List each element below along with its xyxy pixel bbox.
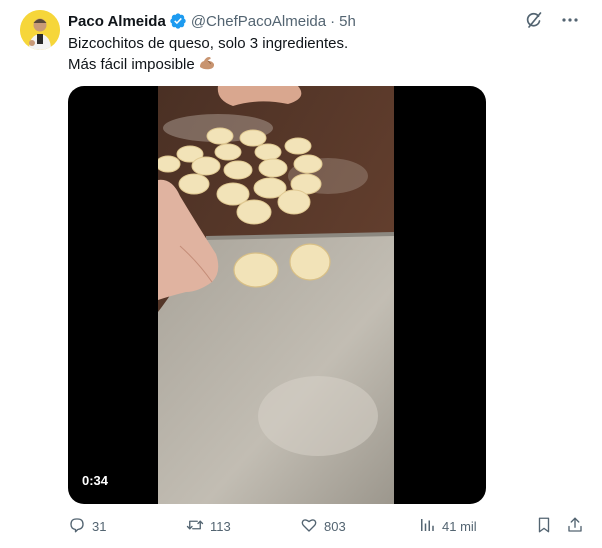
verified-badge-icon	[169, 12, 187, 30]
more-icon[interactable]	[560, 10, 580, 30]
reply-icon	[68, 516, 86, 537]
video-duration: 0:34	[82, 473, 109, 488]
tweet[interactable]: Paco Almeida @ChefPacoAlmeida · 5h Bizco…	[0, 0, 602, 548]
timestamp[interactable]: 5h	[339, 13, 356, 30]
tweet-actions: 31 113 803 41 mil	[68, 516, 588, 538]
views-button[interactable]: 41 mil	[418, 516, 477, 537]
separator-dot: ·	[330, 12, 336, 30]
grok-icon[interactable]	[524, 10, 544, 30]
reply-count: 31	[92, 519, 107, 534]
repost-button[interactable]: 113	[186, 516, 231, 537]
video-frame	[158, 86, 394, 504]
tweet-text-line-2: Más fácil imposible	[68, 54, 348, 75]
share-button[interactable]	[566, 516, 584, 537]
flexed-biceps-emoji	[198, 54, 216, 72]
repost-count: 113	[210, 519, 231, 534]
views-icon	[418, 516, 436, 537]
like-count: 803	[324, 519, 346, 534]
avatar[interactable]	[20, 10, 60, 50]
tweet-header: Paco Almeida @ChefPacoAlmeida · 5h	[68, 10, 356, 32]
tweet-text-line-2-text: Más fácil imposible	[68, 56, 195, 73]
bookmark-button[interactable]	[535, 516, 553, 537]
video-player[interactable]: 0:34	[68, 86, 486, 504]
share-icon	[566, 516, 584, 537]
tweet-text-line-1: Bizcochitos de queso, solo 3 ingrediente…	[68, 35, 349, 52]
author-name[interactable]: Paco Almeida	[68, 13, 166, 30]
author-handle[interactable]: @ChefPacoAlmeida	[191, 13, 326, 30]
tweet-top-actions	[524, 10, 580, 30]
repost-icon	[186, 516, 204, 537]
bookmark-icon	[535, 516, 553, 537]
reply-button[interactable]: 31	[68, 516, 106, 537]
views-count: 41 mil	[442, 519, 477, 534]
like-icon	[300, 516, 318, 537]
like-button[interactable]: 803	[300, 516, 346, 537]
tweet-text: Bizcochitos de queso, solo 3 ingrediente…	[68, 34, 348, 75]
